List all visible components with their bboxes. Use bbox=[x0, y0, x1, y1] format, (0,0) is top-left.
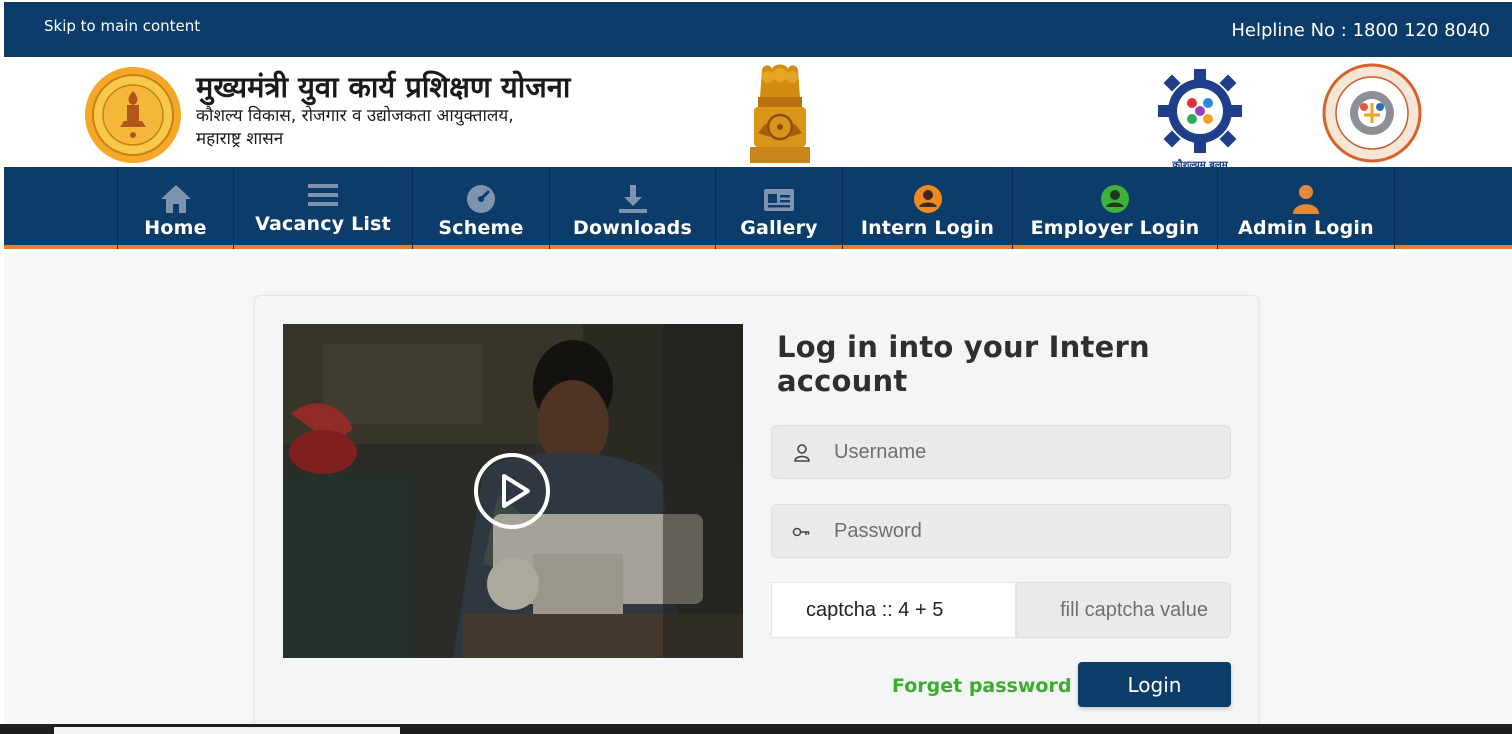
helpline-number: Helpline No : 1800 120 8040 bbox=[1231, 20, 1490, 41]
national-emblem-logo bbox=[750, 64, 810, 163]
maharashtra-seal-logo bbox=[85, 67, 181, 163]
nav-gallery-label: Gallery bbox=[740, 217, 818, 239]
site-header: मुख्यमंत्री युवा कार्य प्रशिक्षण योजना क… bbox=[4, 57, 1512, 171]
list-icon bbox=[308, 184, 338, 206]
gear-icon bbox=[1158, 69, 1242, 153]
employer-user-icon bbox=[1101, 185, 1129, 213]
top-bar: Skip to main content Helpline No : 1800 … bbox=[4, 2, 1512, 57]
government-name: महाराष्ट्र शासन bbox=[196, 129, 284, 149]
scheme-title-block: मुख्यमंत्री युवा कार्य प्रशिक्षण योजना क… bbox=[196, 69, 570, 151]
nav-home-label: Home bbox=[144, 217, 207, 239]
admin-user-icon bbox=[1293, 185, 1319, 214]
nav-scheme[interactable]: Scheme bbox=[412, 167, 549, 249]
skip-to-content-link[interactable]: Skip to main content bbox=[44, 17, 200, 35]
login-card: Log in into your Intern account captcha … bbox=[254, 295, 1259, 734]
nav-gallery[interactable]: Gallery bbox=[715, 167, 842, 249]
nav-intern-login[interactable]: Intern Login bbox=[842, 167, 1012, 249]
captcha-input[interactable] bbox=[1016, 582, 1231, 638]
download-icon bbox=[618, 185, 647, 213]
nav-employer-login-label: Employer Login bbox=[1030, 217, 1200, 239]
play-icon[interactable] bbox=[473, 452, 551, 530]
skill-development-department-logo bbox=[1322, 63, 1422, 163]
nav-vacancy-list[interactable]: Vacancy List bbox=[233, 167, 412, 249]
taskbar bbox=[0, 724, 1512, 734]
login-heading: Log in into your Intern account bbox=[777, 330, 1150, 398]
scheme-title: मुख्यमंत्री युवा कार्य प्रशिक्षण योजना bbox=[196, 70, 571, 104]
key-icon bbox=[792, 527, 810, 537]
id-card-icon bbox=[764, 189, 794, 211]
nav-admin-login-label: Admin Login bbox=[1238, 217, 1374, 239]
department-name: कौशल्य विकास, रोजगार व उद्योजकता आयुक्ता… bbox=[196, 106, 514, 126]
forget-password-link[interactable]: Forget password bbox=[892, 675, 1071, 697]
nav-downloads-label: Downloads bbox=[572, 217, 692, 239]
nav-scheme-label: Scheme bbox=[438, 217, 524, 239]
nav-home[interactable]: Home bbox=[117, 167, 233, 249]
main-content: Log in into your Intern account captcha … bbox=[4, 253, 1512, 734]
username-field bbox=[771, 425, 1231, 479]
username-input[interactable] bbox=[834, 426, 1214, 478]
nav-employer-login[interactable]: Employer Login bbox=[1012, 167, 1217, 249]
password-input[interactable] bbox=[834, 505, 1214, 557]
nav-divider bbox=[1394, 167, 1395, 249]
password-field bbox=[771, 504, 1231, 558]
login-button[interactable]: Login bbox=[1078, 662, 1231, 707]
nav-downloads[interactable]: Downloads bbox=[549, 167, 715, 249]
taskbar-window bbox=[54, 727, 400, 734]
intro-video[interactable] bbox=[283, 324, 743, 658]
main-navigation: Home Vacancy List Scheme Downloads Galle… bbox=[4, 167, 1512, 249]
user-icon bbox=[794, 444, 810, 462]
skill-india-logo: कौशल्यम् बलम् bbox=[1152, 69, 1248, 171]
nav-intern-login-label: Intern Login bbox=[860, 217, 995, 239]
gauge-icon bbox=[467, 185, 495, 213]
intern-user-icon bbox=[913, 185, 942, 213]
home-icon bbox=[160, 185, 191, 213]
nav-admin-login[interactable]: Admin Login bbox=[1217, 167, 1394, 249]
nav-vacancy-list-label: Vacancy List bbox=[255, 213, 391, 235]
captcha-question: captcha :: 4 + 5 bbox=[771, 582, 1016, 638]
